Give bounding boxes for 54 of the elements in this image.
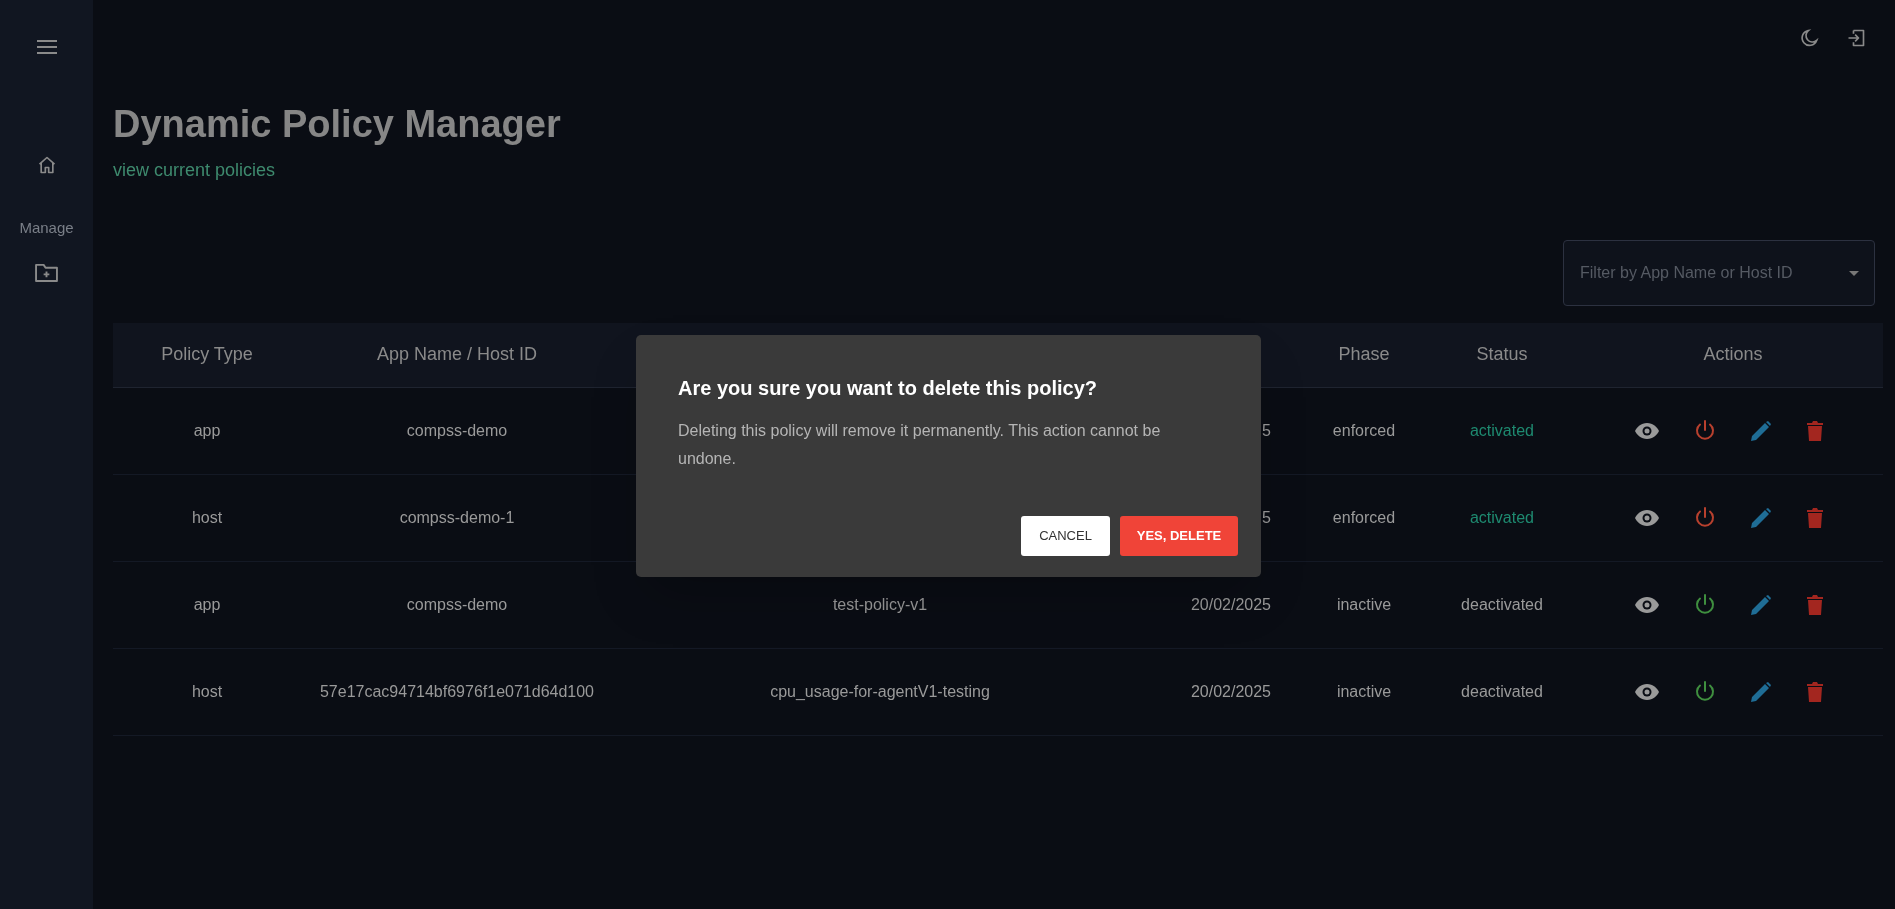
table-cell-text: app: [193, 420, 221, 441]
column-header: Phase: [1338, 343, 1390, 366]
cancel-button[interactable]: CANCEL: [1021, 516, 1110, 556]
table-cell-text: 57e17cac94714bf6976f1e071d64d100: [319, 681, 594, 702]
table-cell-text: compss-demo: [406, 594, 508, 615]
subtitle-link[interactable]: view current policies: [113, 156, 276, 184]
eye-icon[interactable]: [1635, 683, 1659, 700]
trash-icon[interactable]: [1807, 420, 1823, 441]
folder-plus-icon[interactable]: [34, 261, 59, 284]
table-cell-text: inactive: [1336, 594, 1392, 615]
sidebar-section-label: Manage: [19, 218, 74, 238]
power-icon[interactable]: [1695, 420, 1715, 441]
status-text: deactivated: [1461, 681, 1543, 702]
table-cell-text: compss-demo-1: [399, 507, 515, 528]
pencil-icon[interactable]: [1751, 681, 1771, 702]
eye-icon[interactable]: [1635, 509, 1659, 526]
pencil-icon[interactable]: [1751, 507, 1771, 528]
table-cell-text: inactive: [1336, 681, 1392, 702]
table-cell-text: enforced: [1332, 507, 1396, 528]
power-icon[interactable]: [1695, 507, 1715, 528]
dialog-title: Are you sure you want to delete this policy?: [678, 376, 1098, 401]
status-text: activated: [1469, 507, 1534, 528]
table-cell-text: cpu_usage-for-agentV1-testing: [770, 681, 990, 702]
pencil-icon[interactable]: [1751, 594, 1771, 615]
table-cell-text: test-policy-v1: [832, 594, 928, 615]
table-cell-text: 5: [1262, 507, 1271, 528]
filter-dropdown[interactable]: Filter by App Name or Host ID: [1563, 239, 1875, 306]
column-header: Status: [1476, 343, 1528, 366]
eye-icon[interactable]: [1635, 422, 1659, 439]
column-header: Policy Type: [161, 343, 253, 366]
trash-icon[interactable]: [1807, 594, 1823, 615]
table-cell-text: host: [191, 681, 223, 702]
table-cell-text: enforced: [1332, 420, 1396, 441]
trash-icon[interactable]: [1807, 681, 1823, 702]
table-cell-text: app: [193, 594, 221, 615]
power-icon[interactable]: [1695, 681, 1715, 702]
eye-icon[interactable]: [1635, 596, 1659, 613]
dropdown-caret-icon: [1849, 270, 1859, 276]
status-text: activated: [1469, 420, 1534, 441]
table-cell-text: compss-demo: [406, 420, 508, 441]
table-cell-text: 20/02/2025: [1190, 594, 1271, 615]
table-cell-text: host: [191, 507, 223, 528]
trash-icon[interactable]: [1807, 507, 1823, 528]
confirm-delete-button[interactable]: YES, DELETE: [1120, 516, 1238, 556]
table-cell-text: 5: [1262, 420, 1271, 441]
status-text: deactivated: [1461, 594, 1543, 615]
dialog-message: Deleting this policy will remove it permanently. This action cannot be undone.: [678, 421, 1162, 469]
pencil-icon[interactable]: [1751, 420, 1771, 441]
page-title: Dynamic Policy Manager: [113, 102, 562, 147]
table-cell-text: 20/02/2025: [1190, 681, 1271, 702]
moon-icon[interactable]: [1799, 27, 1821, 49]
column-header: App Name / Host ID: [376, 343, 538, 366]
power-icon[interactable]: [1695, 594, 1715, 615]
column-header: Actions: [1703, 343, 1763, 366]
